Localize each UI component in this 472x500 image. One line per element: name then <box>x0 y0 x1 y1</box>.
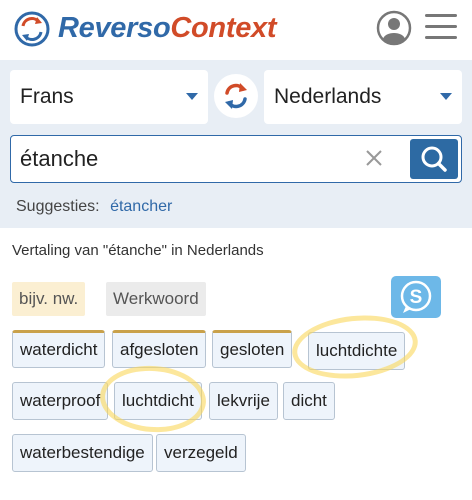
source-language-label: Frans <box>20 85 74 108</box>
suggestions-label: Suggesties: <box>16 198 100 215</box>
app-logo[interactable]: ReversoContext <box>58 10 277 46</box>
source-language-select[interactable]: Frans <box>10 70 208 124</box>
menu-icon[interactable] <box>425 14 457 42</box>
translation-chip[interactable]: gesloten <box>212 330 293 368</box>
search-button[interactable] <box>410 139 458 179</box>
reverso-logo-icon[interactable] <box>14 11 50 47</box>
target-language-select[interactable]: Nederlands <box>264 70 462 124</box>
translation-chip[interactable]: afgesloten <box>112 330 207 368</box>
translation-chip[interactable]: verzegeld <box>156 434 246 472</box>
search-input[interactable] <box>11 136 351 181</box>
swap-languages-button[interactable] <box>214 74 258 118</box>
search-icon <box>421 146 447 172</box>
app-header: ReversoContext <box>0 0 472 60</box>
search-panel: Frans Nederlands Suggesties: étancher <box>0 60 472 228</box>
logo-context: Context <box>170 12 277 44</box>
logo-reverso: Reverso <box>58 12 171 44</box>
translation-chip[interactable]: waterdicht <box>12 330 106 368</box>
pos-tag-adjective[interactable]: bijv. nw. <box>12 282 86 316</box>
speech-s-icon: S <box>400 280 432 313</box>
caret-down-icon <box>440 93 452 100</box>
translation-chip[interactable]: luchtdicht <box>114 382 202 420</box>
translation-chip[interactable]: dicht <box>283 382 335 420</box>
translation-chip[interactable]: lekvrije <box>209 382 278 420</box>
translation-chip[interactable]: waterproof <box>12 382 109 420</box>
user-icon[interactable] <box>376 10 412 46</box>
translation-chip[interactable]: waterbestendige <box>12 434 153 472</box>
translation-chip[interactable]: luchtdichte <box>308 332 406 370</box>
suggestion-link[interactable]: étancher <box>110 198 172 215</box>
suggestions: Suggesties: étancher <box>16 198 172 216</box>
speech-s-button[interactable]: S <box>391 276 441 318</box>
search-box <box>10 135 462 183</box>
target-language-label: Nederlands <box>274 85 382 108</box>
clear-icon[interactable] <box>363 147 385 169</box>
swap-icon <box>225 83 247 109</box>
svg-text:S: S <box>410 287 423 308</box>
pos-tag-verb[interactable]: Werkwoord <box>106 282 206 316</box>
caret-down-icon <box>186 93 198 100</box>
results-title: Vertaling van "étanche" in Nederlands <box>12 242 264 259</box>
